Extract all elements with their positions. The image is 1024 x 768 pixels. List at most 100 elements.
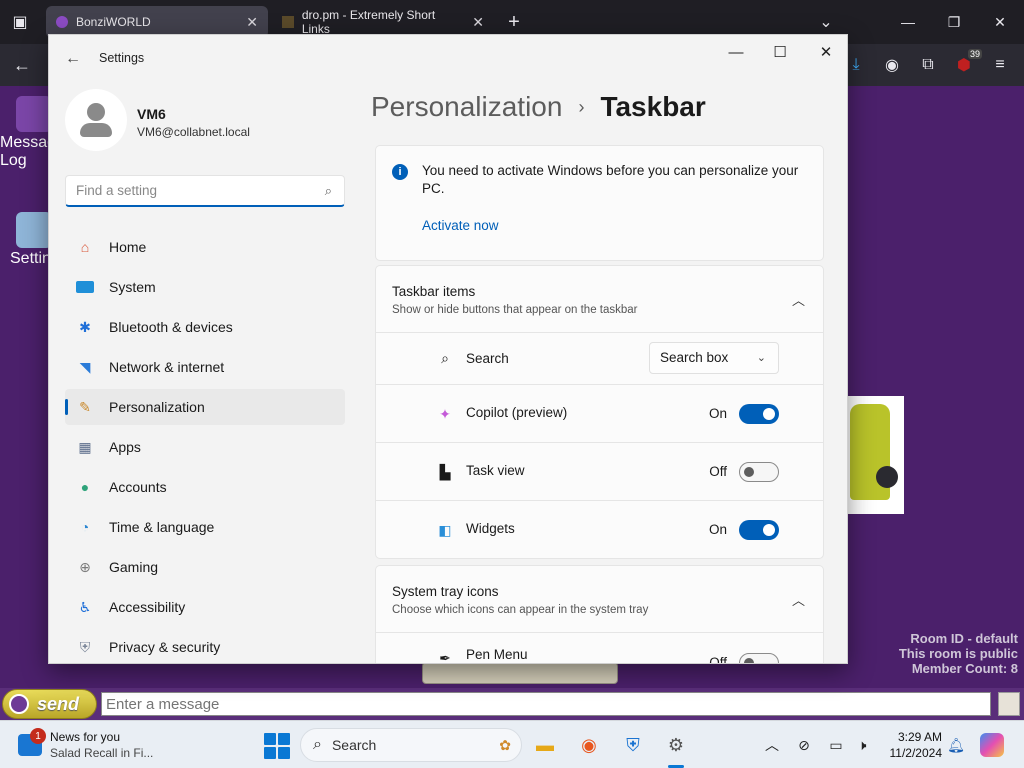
back-arrow-icon[interactable]: ← — [61, 47, 85, 71]
minimize-button[interactable]: — — [713, 37, 759, 67]
shield-icon: ⛨ — [79, 638, 91, 655]
browser-restore-button[interactable]: ❐ — [934, 8, 974, 36]
file-explorer-icon[interactable]: ▬ — [531, 731, 559, 759]
chevron-down-icon: ⌄ — [756, 352, 766, 364]
sidebar-item-label: Privacy & security — [109, 639, 221, 655]
volume-icon[interactable]: 🕨 — [852, 735, 872, 755]
tab-list-chevron-icon[interactable]: ⌄ — [812, 8, 840, 36]
back-arrow-icon[interactable]: ← — [8, 51, 36, 79]
task-view-toggle[interactable] — [739, 462, 779, 482]
sidebar-item-bluetooth[interactable]: ✱ Bluetooth & devices — [65, 309, 345, 345]
search-icon: ⌕ — [441, 349, 449, 366]
start-button[interactable] — [264, 733, 290, 759]
gamepad-icon: ⊕ — [79, 558, 91, 575]
windows-logo-tile — [278, 747, 290, 759]
taskbar-search-box[interactable]: ⌕ Search ✿ — [300, 728, 522, 762]
setting-row-copilot: ✦ Copilot (preview) On — [375, 385, 824, 443]
firefox-icon[interactable]: ◉ — [575, 731, 603, 759]
bell-icon[interactable]: 🔔︎ — [946, 735, 966, 755]
taskbar-items-header[interactable]: Taskbar items Show or hide buttons that … — [375, 265, 824, 333]
search-mode-dropdown[interactable]: Search box ⌄ — [649, 342, 779, 374]
sidebar-item-accounts[interactable]: ● Accounts — [65, 469, 345, 505]
news-widget[interactable]: 1 News for you Salad Recall in Fi... — [16, 728, 176, 762]
close-tab-icon[interactable]: ✕ — [246, 14, 258, 31]
sidebar-item-label: Personalization — [109, 399, 205, 415]
character-nameplate — [422, 662, 618, 684]
close-button[interactable]: ✕ — [803, 37, 847, 67]
widgets-toggle[interactable] — [739, 520, 779, 540]
new-tab-button[interactable]: + — [500, 8, 528, 36]
close-tab-icon[interactable]: ✕ — [472, 14, 484, 31]
search-input[interactable]: Find a setting ⌕ — [65, 175, 345, 207]
tab-favicon-icon — [56, 16, 68, 28]
chevron-up-icon[interactable]: ︿ — [792, 590, 805, 609]
toggle-state: Off — [709, 655, 727, 664]
desktop-icon-label: Settin — [10, 250, 51, 267]
defender-shield-icon[interactable]: ⛨ — [619, 731, 647, 759]
chevron-up-icon[interactable]: ︿ — [762, 735, 782, 755]
sidebar-item-privacy[interactable]: ⛨ Privacy & security — [65, 629, 345, 663]
profile-email: VM6@collabnet.local — [137, 125, 250, 139]
sidebar-item-label: Network & internet — [109, 359, 225, 375]
settings-gear-icon[interactable]: ⚙ — [662, 731, 690, 759]
extension-badge: 39 — [967, 49, 982, 59]
bonzi-monkey-icon — [16, 96, 52, 132]
group-subtitle: Show or hide buttons that appear on the … — [392, 304, 638, 316]
room-id-text: Room ID - default — [910, 631, 1018, 646]
tab-title: dro.pm - Extremely Short Links — [301, 8, 436, 36]
account-icon[interactable]: ◉ — [878, 51, 906, 79]
sidebar-item-apps[interactable]: ▦ Apps — [65, 429, 345, 465]
search-icon: ⌕ — [324, 183, 332, 198]
ublock-icon[interactable]: ⬢ 39 — [950, 49, 982, 79]
globe-clock-icon: ◔ — [80, 519, 90, 535]
copilot-toggle[interactable] — [739, 404, 779, 424]
row-label: Widgets — [466, 521, 515, 536]
profile-name: VM6 — [137, 106, 166, 122]
group-title: System tray icons — [392, 584, 499, 599]
windows-logo-tile — [278, 733, 290, 745]
avatar-body — [80, 123, 112, 137]
maximize-button[interactable]: ☐ — [757, 37, 803, 67]
breadcrumb-parent[interactable]: Personalization — [371, 91, 562, 123]
copilot-icon: ✦ — [439, 405, 451, 422]
display-icon[interactable]: ▭ — [826, 735, 846, 755]
menu-hamburger-icon[interactable]: ≡ — [986, 51, 1014, 79]
sidebar-item-network[interactable]: ◥ Network & internet — [65, 349, 345, 385]
bonzi-character-sprite[interactable] — [848, 396, 904, 514]
sidebar-item-gaming[interactable]: ⊕ Gaming — [65, 549, 345, 585]
toggle-state: Off — [709, 464, 727, 479]
group-subtitle: Choose which icons can appear in the sys… — [392, 604, 649, 616]
row-label: Task view — [466, 463, 525, 478]
sidebar-item-home[interactable]: ⌂ Home — [65, 229, 345, 265]
extensions-icon[interactable]: ⧉ — [914, 51, 942, 79]
avatar-head — [87, 103, 105, 121]
pen-menu-toggle[interactable] — [739, 653, 779, 663]
chat-options-icon[interactable] — [998, 692, 1020, 716]
sidebar-item-accessibility[interactable]: ♿ Accessibility — [65, 589, 345, 625]
sidebar-item-system[interactable]: System — [65, 269, 345, 305]
avatar[interactable] — [65, 89, 127, 151]
tab-overview-icon[interactable]: ▣ — [6, 8, 34, 36]
activate-now-link[interactable]: Activate now — [422, 218, 499, 233]
desktop-icon-settings[interactable]: Settin — [10, 212, 52, 268]
sidebar-item-personalization[interactable]: ✎ Personalization — [65, 389, 345, 425]
sidebar-item-time-language[interactable]: ◔ Time & language — [65, 509, 345, 545]
system-tray-header[interactable]: System tray icons Choose which icons can… — [375, 565, 824, 633]
browser-minimize-button[interactable]: — — [888, 8, 928, 36]
chat-message-input[interactable] — [101, 692, 991, 716]
system-clock[interactable]: 3:29 AM 11/2/2024 — [880, 729, 943, 761]
copilot-icon[interactable] — [980, 733, 1004, 757]
bonzi-face-icon — [9, 694, 29, 714]
browser-close-button[interactable]: ✕ — [980, 8, 1020, 36]
search-highlight-icon: ✿ — [499, 736, 511, 753]
toggle-state: On — [708, 406, 727, 421]
bluetooth-icon: ✱ — [79, 318, 91, 335]
send-button[interactable]: send — [2, 689, 97, 719]
chat-bar: send — [0, 688, 1024, 720]
sidebar-item-label: Time & language — [109, 519, 215, 535]
group-title: Taskbar items — [392, 284, 476, 299]
chevron-up-icon[interactable]: ︿ — [792, 290, 805, 309]
network-offline-icon[interactable]: ⊘ — [794, 735, 814, 755]
taskbar-search-label: Search — [331, 737, 377, 753]
news-subtitle: Salad Recall in Fi... — [50, 746, 154, 760]
